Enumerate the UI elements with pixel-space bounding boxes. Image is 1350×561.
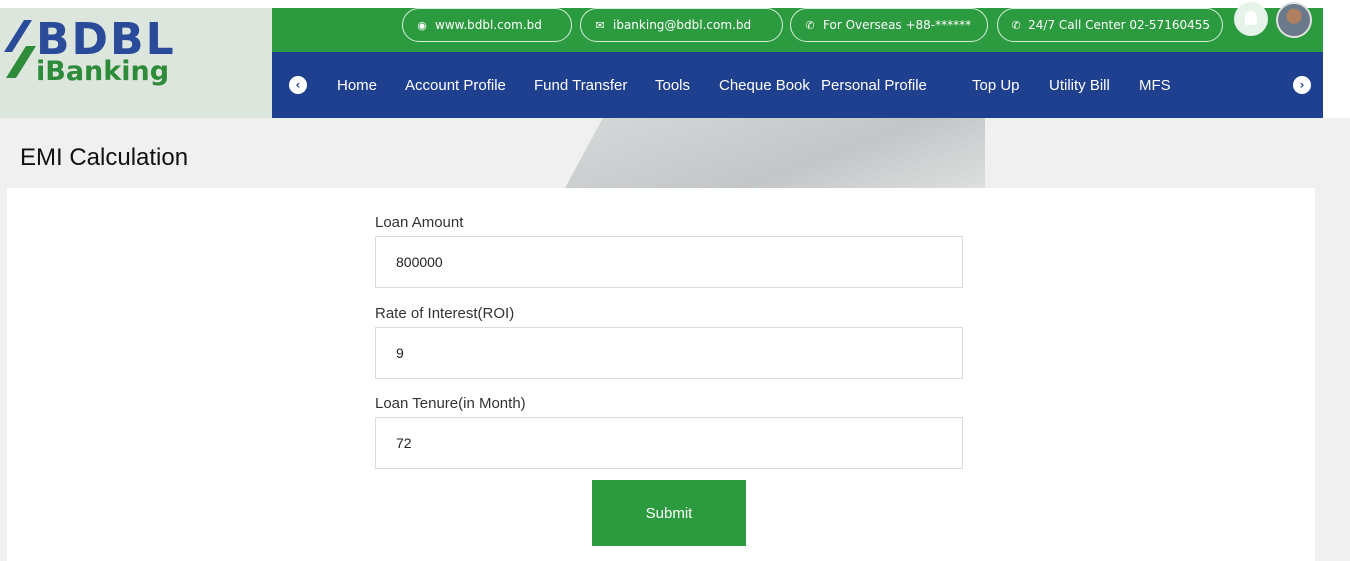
nav-prev-chevron-icon[interactable]: ‹ [289,76,307,94]
nav-item-mfs[interactable]: MFS [1139,77,1171,94]
logo-mark-icon [4,20,36,78]
loan-amount-input[interactable] [375,236,963,288]
nav-item-fund-transfer[interactable]: Fund Transfer [534,77,627,94]
nav-item-utility-bill[interactable]: Utility Bill [1049,77,1110,94]
logo-product-name: iBanking [36,56,170,87]
website-link[interactable]: ◉ www.bdbl.com.bd [402,8,572,42]
page: BDBL iBanking ◉ www.bdbl.com.bd ✉ ibanki… [0,0,1350,561]
logo[interactable]: BDBL iBanking [0,8,272,118]
email-link[interactable]: ✉ ibanking@bdbl.com.bd [580,8,783,42]
envelope-icon: ✉ [595,18,605,32]
rate-of-interest-input[interactable] [375,327,963,379]
nav-item-top-up[interactable]: Top Up [972,77,1020,94]
email-text: ibanking@bdbl.com.bd [613,18,752,32]
globe-icon: ◉ [417,18,427,32]
contact-bar: ◉ www.bdbl.com.bd ✉ ibanking@bdbl.com.bd… [272,2,1323,52]
overseas-text: For Overseas +88-****** [823,18,972,32]
loan-amount-label: Loan Amount [375,214,464,231]
website-text: www.bdbl.com.bd [435,18,542,32]
nav-next-chevron-icon[interactable]: › [1293,76,1311,94]
call-center-link[interactable]: ✆ 24/7 Call Center 02-57160455 [997,8,1223,42]
page-title: EMI Calculation [20,144,189,171]
loan-tenure-label: Loan Tenure(in Month) [375,395,526,412]
phone-icon: ✆ [805,18,815,32]
phone-icon: ✆ [1011,18,1021,32]
rate-of-interest-label: Rate of Interest(ROI) [375,305,515,322]
nav-item-tools[interactable]: Tools [655,77,690,94]
nav-item-personal-profile[interactable]: Personal Profile [821,77,927,94]
loan-tenure-input[interactable] [375,417,963,469]
avatar[interactable] [1276,2,1312,38]
nav-item-cheque-book[interactable]: Cheque Book [719,77,810,94]
building-background-image [565,118,985,188]
submit-button[interactable]: Submit [592,480,746,546]
nav-item-home[interactable]: Home [337,77,377,94]
notification-bell-icon[interactable] [1234,2,1268,36]
main-nav: ‹ Home Account Profile Fund Transfer Too… [272,52,1323,118]
overseas-phone-link[interactable]: ✆ For Overseas +88-****** [790,8,988,42]
call-center-text: 24/7 Call Center 02-57160455 [1028,18,1210,32]
nav-item-account-profile[interactable]: Account Profile [405,77,506,94]
